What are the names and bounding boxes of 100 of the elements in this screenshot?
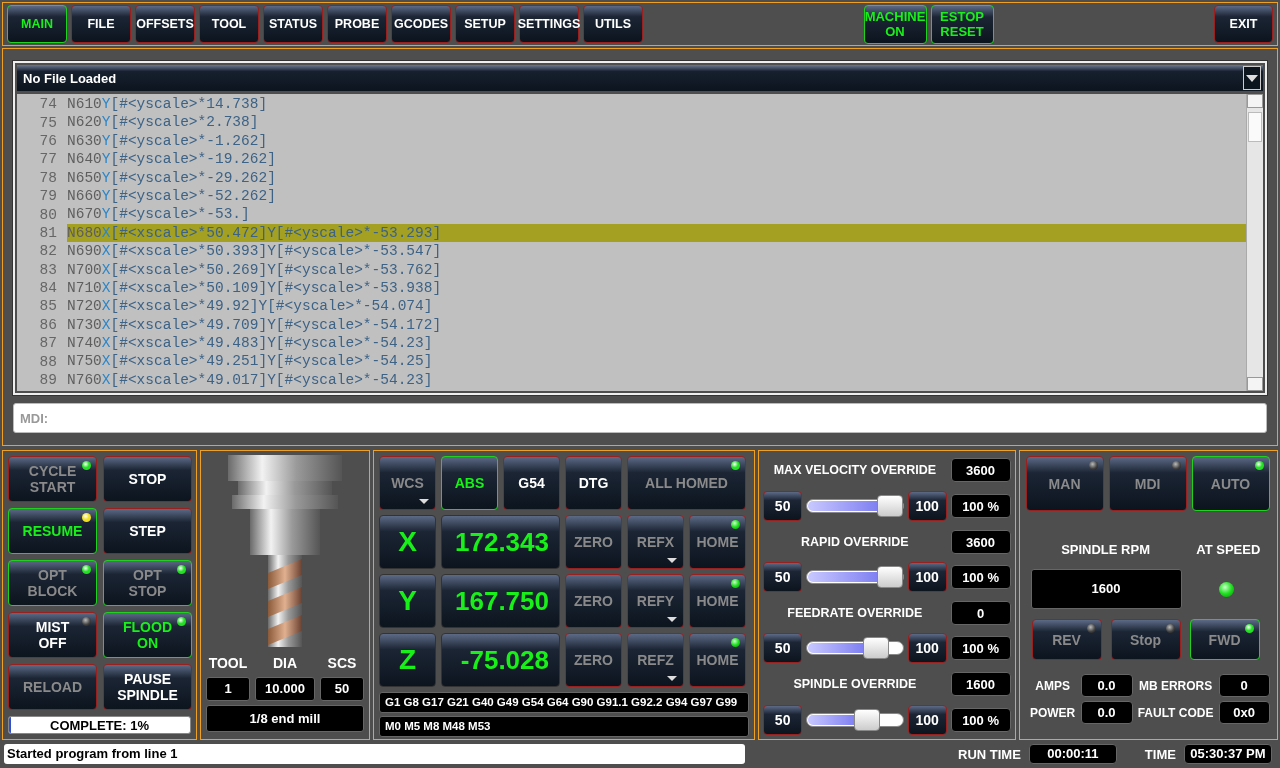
tool-label: TOOL (207, 654, 249, 673)
status-message: Started program from line 1 (4, 744, 745, 764)
slider-thumb[interactable] (854, 708, 881, 731)
home-button[interactable]: HOME (689, 515, 746, 569)
home-button[interactable]: HOME (689, 574, 746, 628)
control-button[interactable]: FLOOD ON (103, 612, 192, 658)
tool-value: 1 (206, 677, 250, 701)
nav-tab[interactable]: UTILS (583, 5, 643, 43)
readout-value: 0.0 (1080, 674, 1133, 697)
code-line: N740X[#<xscale>*49.483]Y[#<yscale>*-54.23] (67, 334, 434, 353)
clock-value: 05:30:37 PM (1183, 744, 1272, 764)
scrollbar[interactable] (1246, 94, 1263, 391)
control-button[interactable]: ABS (441, 456, 498, 510)
machine-button[interactable]: MACHINE ON (863, 4, 927, 44)
line-number: 75 (38, 114, 58, 131)
max-button[interactable]: 100 (907, 704, 947, 735)
min-button[interactable]: 50 (763, 490, 803, 521)
line-number: 77 (38, 151, 58, 168)
line-number: 85 (38, 298, 58, 315)
readout-label: MB ERRORS (1137, 678, 1214, 693)
code-line: N720X[#<xscale>*49.92]Y[#<yscale>*-54.074] (67, 297, 434, 316)
override-value: 0 (950, 600, 1011, 625)
min-button[interactable]: 50 (763, 704, 803, 735)
control-button[interactable]: STEP (103, 508, 192, 554)
slider-thumb[interactable] (862, 637, 889, 660)
exit-button[interactable]: EXIT (1214, 5, 1273, 43)
caret-icon (667, 617, 677, 622)
ref-button[interactable]: REFZ (627, 633, 684, 687)
tool-description: 1/8 end mill (206, 705, 364, 732)
machine-button[interactable]: ESTOP RESET (930, 4, 994, 44)
active-gcodes: G1 G8 G17 G21 G40 G49 G54 G64 G90 G91.1 G92.2 G94 G97 G99 (379, 692, 750, 713)
nav-tab[interactable]: FILE (71, 5, 131, 43)
code-line: N690X[#<xscale>*50.393]Y[#<yscale>*-53.547] (67, 242, 443, 261)
axis-position-readout: 167.750 (441, 574, 560, 628)
zero-button[interactable]: ZERO (565, 515, 622, 569)
code-line: N670Y[#<yscale>*-53.] (67, 205, 251, 224)
axis-position-readout: 172.343 (441, 515, 560, 569)
override-percent: 100 % (950, 707, 1011, 732)
spindle-rpm-readout: 1600 (1030, 569, 1182, 609)
code-line: N760X[#<xscale>*49.017]Y[#<yscale>*-54.23] (67, 370, 434, 390)
override-value: 3600 (950, 458, 1011, 483)
tool-value: 10.000 (255, 677, 315, 701)
min-button[interactable]: 50 (763, 633, 803, 664)
nav-tab[interactable]: OFFSETS (135, 5, 195, 43)
tool-value: 50 (320, 677, 364, 701)
max-button[interactable]: 100 (907, 490, 947, 521)
nav-tab[interactable]: SETUP (455, 5, 515, 43)
nav-tab[interactable]: STATUS (263, 5, 323, 43)
override-label: SPINDLE OVERRIDE (792, 677, 918, 692)
code-line: N630Y[#<yscale>*-1.262] (67, 131, 269, 151)
home-button[interactable]: HOME (689, 633, 746, 687)
spindle-rpm-label: SPINDLE RPM (1060, 542, 1151, 557)
control-button[interactable]: MIST OFF (8, 612, 97, 658)
override-value: 1600 (950, 672, 1011, 697)
mdi-input-field[interactable]: MDI: (13, 403, 1267, 433)
control-button[interactable]: STOP (103, 456, 192, 502)
time-label: TIME (1144, 746, 1176, 762)
line-number: 74 (38, 96, 58, 113)
override-percent: 100 % (950, 636, 1011, 661)
code-line: N620Y[#<yscale>*2.738] (67, 113, 260, 132)
max-button[interactable]: 100 (907, 562, 947, 593)
axis-position-readout: -75.028 (441, 633, 560, 687)
readout-value: 0 (1218, 674, 1270, 697)
zero-button[interactable]: ZERO (565, 633, 622, 687)
code-line: N610Y[#<yscale>*14.738] (67, 95, 269, 114)
control-button[interactable]: PAUSE SPINDLE (103, 664, 192, 710)
progress-bar: COMPLETE: 1% (8, 716, 191, 734)
min-button[interactable]: 50 (763, 562, 803, 593)
slider-thumb[interactable] (876, 566, 903, 589)
zero-button[interactable]: ZERO (565, 574, 622, 628)
code-line: N730X[#<xscale>*49.709]Y[#<yscale>*-54.172] (67, 315, 443, 335)
override-label: MAX VELOCITY OVERRIDE (772, 463, 937, 478)
line-number: 81 (38, 224, 58, 241)
line-number: 80 (38, 206, 58, 223)
axis-label: X (379, 515, 436, 569)
readout-value: 0x0 (1218, 701, 1270, 724)
axis-label: Z (379, 633, 436, 687)
code-line: N640Y[#<yscale>*-19.262] (67, 150, 277, 169)
max-button[interactable]: 100 (907, 633, 947, 664)
control-button[interactable]: G54 (503, 456, 560, 510)
slider-thumb[interactable] (876, 494, 903, 517)
code-line: N650Y[#<yscale>*-29.262] (67, 168, 277, 187)
nav-tab[interactable]: MAIN (7, 5, 67, 43)
at-speed-label: AT SPEED (1195, 542, 1262, 557)
file-dropdown[interactable]: No File Loaded (17, 65, 1263, 91)
line-number: 82 (38, 243, 58, 260)
nav-tab[interactable]: GCODES (391, 5, 451, 43)
line-number: 88 (38, 353, 58, 370)
control-button[interactable]: RESUME (8, 508, 97, 554)
ref-button[interactable]: REFY (627, 574, 684, 628)
control-button[interactable]: DTG (565, 456, 622, 510)
line-number: 87 (38, 335, 58, 352)
nav-tab[interactable]: PROBE (327, 5, 387, 43)
tool-label: SCS (326, 654, 358, 673)
line-number: 86 (38, 316, 58, 333)
code-line: N700X[#<xscale>*50.269]Y[#<yscale>*-53.762] (67, 260, 443, 279)
run-time-value: 00:00:11 (1028, 744, 1117, 764)
code-line: N660Y[#<yscale>*-52.262] (67, 186, 277, 206)
ref-button[interactable]: REFX (627, 515, 684, 569)
nav-tab[interactable]: TOOL (199, 5, 259, 43)
